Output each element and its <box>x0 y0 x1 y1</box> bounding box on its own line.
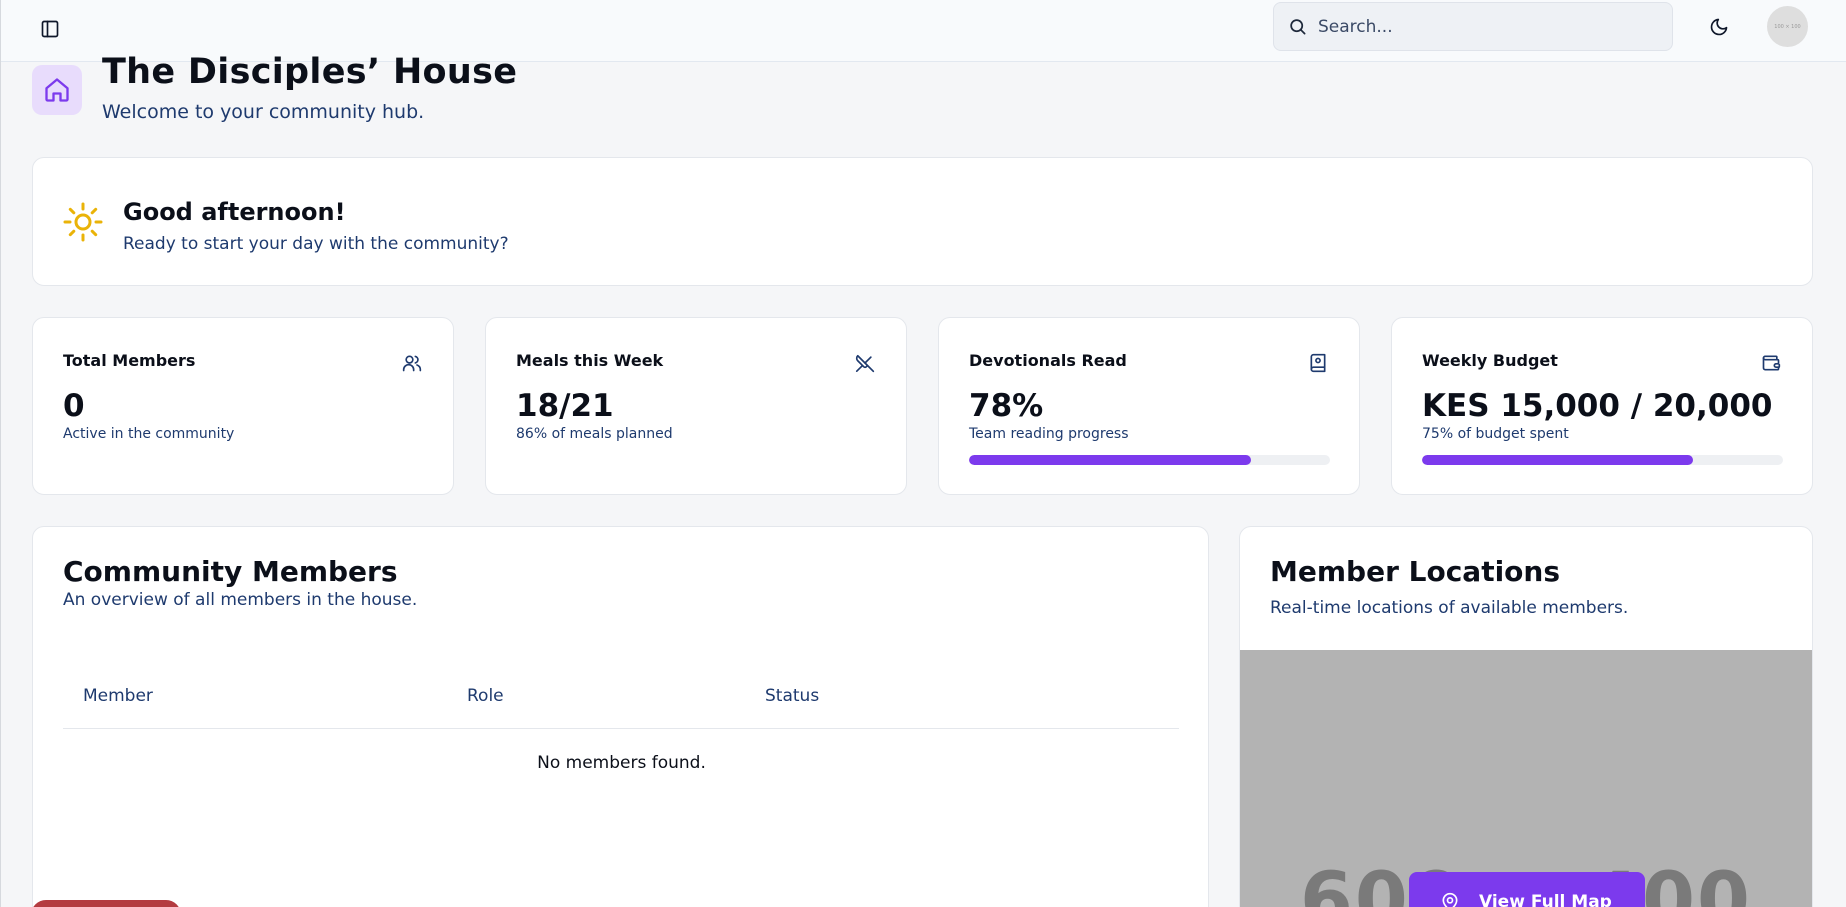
page-subtitle: Welcome to your community hub. <box>102 101 425 123</box>
stat-subtext: 75% of budget spent <box>1422 426 1569 442</box>
empty-state-text: No members found. <box>537 753 706 773</box>
stat-subtext: Team reading progress <box>969 426 1129 442</box>
stat-label: Weekly Budget <box>1422 351 1558 370</box>
stat-card-meals: Meals this Week 18/21 86% of meals plann… <box>485 317 907 495</box>
stat-value: 78% <box>969 388 1044 424</box>
page-title: The Disciples’ House <box>102 52 518 92</box>
greeting-card: Good afternoon! Ready to start your day … <box>32 157 1813 286</box>
utensils-crossed-icon <box>854 352 876 374</box>
search-input[interactable] <box>1318 16 1648 37</box>
map-image-placeholder: 600 × 400 View Full Map <box>1240 650 1812 907</box>
stat-label: Total Members <box>63 351 196 370</box>
column-header-status[interactable]: Status <box>765 686 819 706</box>
progress-fill <box>969 455 1251 465</box>
stat-subtext: 86% of meals planned <box>516 426 673 442</box>
stat-card-total-members: Total Members 0 Active in the community <box>32 317 454 495</box>
progress-bar <box>1422 455 1783 465</box>
avatar[interactable]: 100 × 100 <box>1767 6 1808 47</box>
stat-value: 18/21 <box>516 388 614 424</box>
stat-subtext: Active in the community <box>63 426 235 442</box>
locations-subtitle: Real-time locations of available members… <box>1270 598 1629 618</box>
stat-value: KES 15,000 / 20,000 <box>1422 388 1773 424</box>
column-header-member[interactable]: Member <box>83 686 153 706</box>
users-icon <box>401 352 423 374</box>
wallet-icon <box>1760 352 1782 374</box>
community-members-card: Community Members An overview of all mem… <box>32 526 1209 907</box>
search-box[interactable] <box>1273 2 1673 51</box>
floating-action-pill[interactable] <box>31 900 181 907</box>
book-icon <box>1307 352 1329 374</box>
stat-card-budget: Weekly Budget KES 15,000 / 20,000 75% of… <box>1391 317 1813 495</box>
page-icon-badge <box>32 65 82 115</box>
members-subtitle: An overview of all members in the house. <box>63 590 418 610</box>
member-locations-card: Member Locations Real-time locations of … <box>1239 526 1813 907</box>
home-icon <box>45 78 69 102</box>
members-title: Community Members <box>63 555 398 588</box>
column-header-role[interactable]: Role <box>467 686 504 706</box>
members-table-header: Member Role Status <box>63 642 1179 729</box>
moon-icon <box>1710 18 1728 36</box>
stat-value: 0 <box>63 388 85 424</box>
progress-bar <box>969 455 1330 465</box>
avatar-placeholder-text: 100 × 100 <box>1774 23 1801 30</box>
theme-toggle-button[interactable] <box>1706 14 1732 40</box>
view-full-map-button[interactable]: View Full Map <box>1409 872 1645 907</box>
greeting-subtitle: Ready to start your day with the communi… <box>123 234 509 254</box>
progress-fill <box>1422 455 1693 465</box>
map-pin-icon <box>1439 891 1461 907</box>
panel-left-icon <box>41 20 59 38</box>
greeting-title: Good afternoon! <box>123 198 346 226</box>
sidebar-toggle-button[interactable] <box>37 16 63 42</box>
sun-icon <box>63 202 103 242</box>
search-icon <box>1286 16 1308 38</box>
locations-title: Member Locations <box>1270 555 1561 588</box>
view-full-map-label: View Full Map <box>1479 892 1612 907</box>
stat-label: Devotionals Read <box>969 351 1127 370</box>
stat-card-devotionals: Devotionals Read 78% Team reading progre… <box>938 317 1360 495</box>
stat-label: Meals this Week <box>516 351 664 370</box>
